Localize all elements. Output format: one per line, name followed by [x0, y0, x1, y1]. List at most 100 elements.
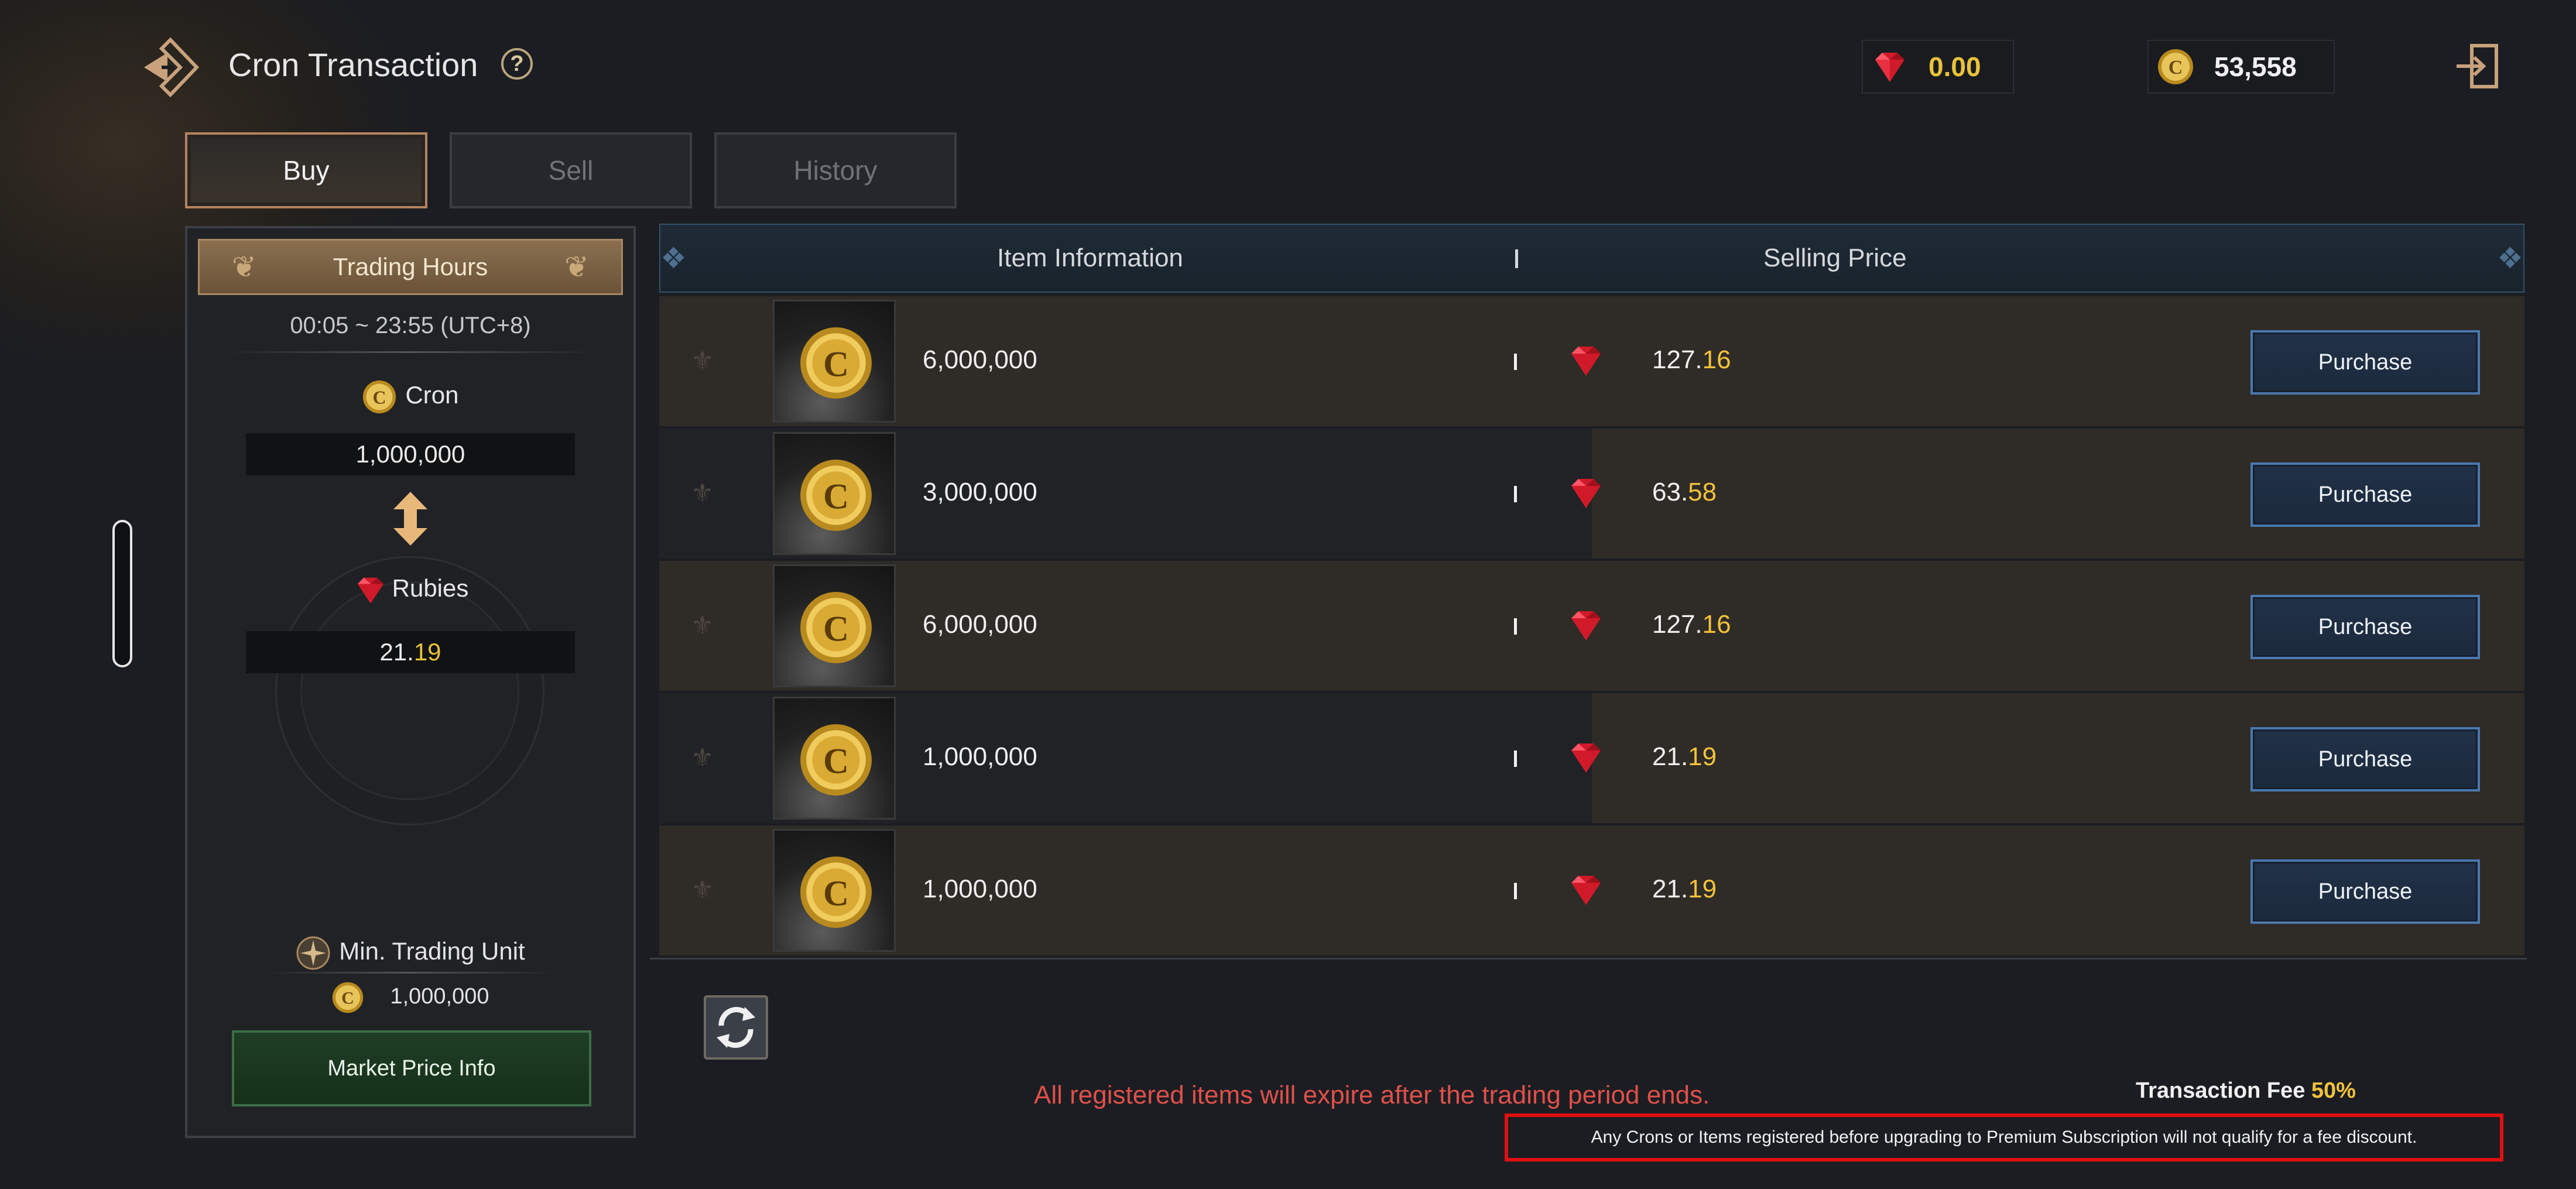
column-separator — [1514, 751, 1517, 767]
selling-price: 21.19 — [1652, 875, 1717, 903]
exit-icon[interactable] — [2454, 41, 2501, 91]
table-row: ⚜ C 1,000,000 21.19 Purchase — [659, 693, 2524, 823]
column-separator — [1515, 249, 1518, 268]
back-emblem-icon[interactable] — [138, 35, 203, 100]
selling-price: 127.16 — [1652, 610, 1731, 639]
item-quantity: 3,000,000 — [923, 478, 1037, 506]
fleur-icon: ⚜ — [691, 479, 714, 508]
conversion-panel: ❦ Trading Hours ❦ 00:05 ~ 23:55 (UTC+8) … — [185, 226, 636, 1138]
column-separator — [1514, 883, 1517, 899]
fleur-icon: ⚜ — [691, 611, 714, 640]
min-trading-unit-text: Min. Trading Unit — [339, 937, 525, 965]
cron-label-text: Cron — [405, 381, 459, 409]
cron-coin-icon: C — [800, 724, 872, 796]
min-trading-unit-label: Min. Trading Unit — [187, 936, 633, 971]
cron-coin-icon: C — [800, 327, 872, 399]
cron-amount: 1,000,000 — [246, 433, 575, 475]
item-thumbnail: C — [773, 564, 896, 687]
purchase-button[interactable]: Purchase — [2250, 859, 2480, 924]
table-row: ⚜ C 6,000,000 127.16 Purchase — [659, 561, 2524, 691]
transaction-fee: Transaction Fee 50% — [2136, 1078, 2356, 1103]
rubies-balance: 0.00 — [1862, 40, 2014, 94]
table-row: ⚜ C 1,000,000 21.19 Purchase — [659, 825, 2524, 955]
svg-text:C: C — [823, 874, 849, 913]
page-title: Cron Transaction — [228, 46, 478, 83]
table-row: ⚜ C 6,000,000 127.16 Purchase — [659, 296, 2524, 426]
column-item-information: Item Information — [997, 244, 1183, 272]
tab-history[interactable]: History — [714, 132, 957, 208]
cron-coin-icon: C — [800, 592, 872, 663]
item-quantity: 6,000,000 — [923, 610, 1037, 639]
rubies-balance-value: 0.00 — [1928, 52, 1981, 82]
trading-hours-title: Trading Hours — [333, 253, 488, 280]
ruby-icon — [1875, 53, 1904, 82]
ruby-icon — [1571, 347, 1601, 376]
scroll-handle[interactable] — [112, 520, 132, 667]
question-mark-icon[interactable]: ? — [501, 48, 533, 80]
ruby-icon — [1571, 876, 1601, 905]
item-quantity: 6,000,000 — [923, 345, 1037, 374]
divider — [263, 972, 556, 974]
ruby-icon — [1571, 743, 1601, 773]
column-selling-price: Selling Price — [1763, 244, 1907, 272]
ornament-right-icon: ❦ — [564, 251, 589, 283]
premium-discount-note: Any Crons or Items registered before upg… — [1505, 1113, 2503, 1161]
table-row: ⚜ C 3,000,000 63.58 Purchase — [659, 429, 2524, 558]
fleur-icon: ⚜ — [691, 743, 714, 772]
purchase-button[interactable]: Purchase — [2250, 330, 2480, 395]
svg-text:C: C — [823, 477, 849, 516]
cron-coin-icon: C — [363, 380, 396, 414]
trading-hours-value: 00:05 ~ 23:55 (UTC+8) — [290, 313, 531, 338]
fleur-icon: ⚜ — [691, 347, 714, 375]
item-quantity: 1,000,000 — [923, 742, 1037, 771]
rubies-amount: 21.19 — [246, 631, 575, 673]
rubies-label-text: Rubies — [392, 574, 469, 602]
expire-note: All registered items will expire after t… — [1034, 1081, 1710, 1109]
selling-price: 21.19 — [1652, 742, 1717, 771]
item-thumbnail: C — [773, 432, 896, 555]
refresh-button[interactable] — [704, 995, 768, 1060]
fleur-icon: ⚜ — [691, 876, 714, 904]
ornament-right-icon: ❖ — [2497, 242, 2523, 275]
column-separator — [1514, 486, 1517, 502]
item-quantity: 1,000,000 — [923, 875, 1037, 903]
ornament-left-icon: ❖ — [660, 242, 687, 275]
cron-coin-icon: C — [800, 460, 872, 531]
trading-hours-header: ❦ Trading Hours ❦ — [198, 239, 623, 295]
cron-balance: C 53,558 — [2147, 40, 2335, 94]
purchase-button[interactable]: Purchase — [2250, 727, 2480, 791]
purchase-button[interactable]: Purchase — [2250, 462, 2480, 527]
item-thumbnail: C — [773, 697, 896, 820]
refresh-icon — [717, 1007, 755, 1048]
table-header: ❖ Item Information Selling Price ❖ — [659, 224, 2524, 293]
rubies-label: Rubies — [187, 574, 633, 607]
min-trading-unit-value: C 1,000,000 — [187, 981, 633, 1014]
ruby-icon — [357, 577, 383, 604]
purchase-button[interactable]: Purchase — [2250, 595, 2480, 659]
column-separator — [1514, 354, 1517, 370]
swap-arrow-icon — [393, 492, 427, 546]
market-price-info-button[interactable]: Market Price Info — [232, 1030, 591, 1106]
selling-price: 127.16 — [1652, 345, 1731, 374]
svg-text:C: C — [342, 989, 355, 1008]
column-separator — [1514, 618, 1517, 635]
item-thumbnail: C — [773, 300, 896, 423]
svg-text:C: C — [823, 742, 849, 781]
tab-buy[interactable]: Buy — [185, 132, 427, 208]
divider — [650, 958, 2527, 960]
cron-coin-icon: C — [333, 982, 364, 1013]
svg-text:C: C — [373, 387, 386, 407]
cron-coin-icon: C — [800, 856, 872, 928]
cron-coin-icon: C — [2158, 49, 2193, 84]
cron-balance-value: 53,558 — [2214, 52, 2297, 82]
tab-sell[interactable]: Sell — [450, 132, 692, 208]
ruby-icon — [1571, 611, 1601, 640]
cron-label: C Cron — [187, 379, 633, 414]
ruby-icon — [1571, 479, 1601, 508]
selling-price: 63.58 — [1652, 478, 1717, 506]
compass-icon — [296, 936, 330, 970]
svg-text:C: C — [823, 345, 849, 384]
divider — [222, 351, 597, 353]
item-thumbnail: C — [773, 829, 896, 952]
svg-text:C: C — [2169, 57, 2183, 78]
